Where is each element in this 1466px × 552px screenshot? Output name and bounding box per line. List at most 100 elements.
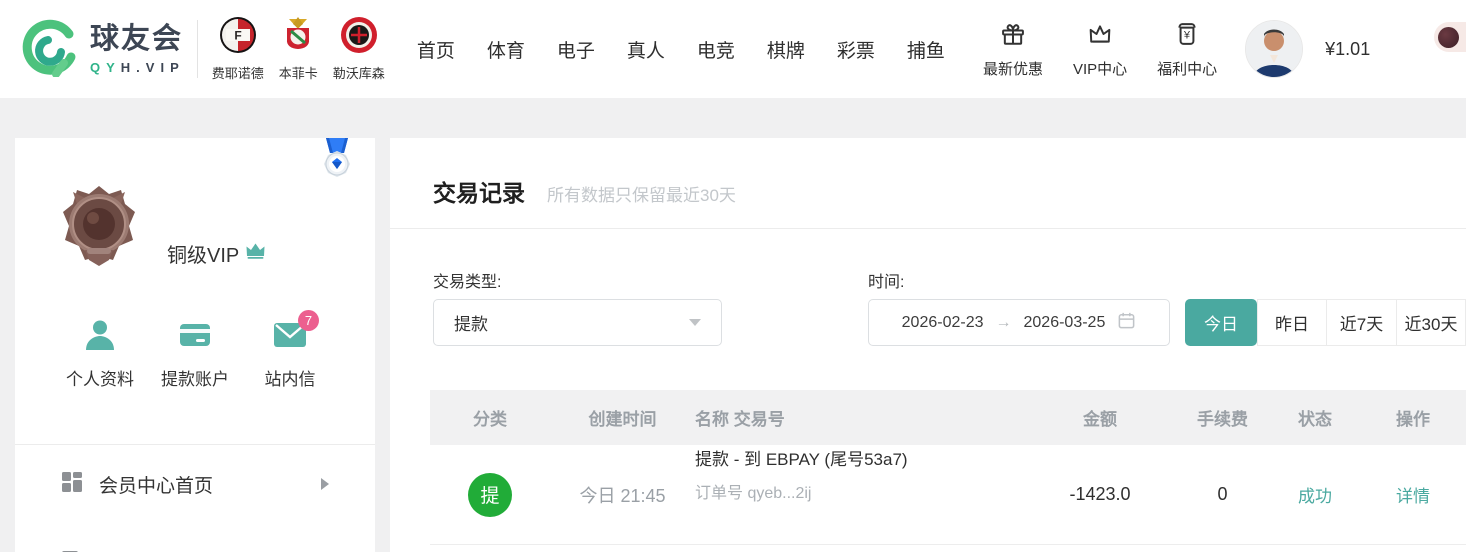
nav-lottery[interactable]: 彩票 [837, 36, 875, 63]
vip-level-label: 铜级VIP [167, 239, 239, 268]
partner-label: 本菲卡 [279, 63, 318, 82]
user-icon [83, 319, 117, 356]
shortcut-label: 站内信 [265, 365, 316, 390]
selected-type: 提款 [454, 310, 488, 335]
leverkusen-logo-icon [340, 16, 378, 59]
grid-icon [61, 471, 83, 498]
time-filter-label: 时间: [868, 268, 904, 292]
created-time: 今日 21:45 [550, 445, 695, 544]
profile-shortcut[interactable]: 个人资料 [57, 319, 143, 390]
unread-count-badge: 7 [298, 310, 319, 331]
partner-label: 费耶诺德 [212, 63, 264, 82]
sidebar-item-label: 账户中心 [99, 549, 175, 552]
page-subtitle: 所有数据只保留最近30天 [547, 181, 736, 206]
quick-link-label: 福利中心 [1157, 58, 1217, 79]
diamond-medal-icon [319, 138, 355, 191]
withdraw-category-badge: 提 [468, 473, 512, 517]
col-header-name: 名称 交易号 [695, 390, 1025, 445]
floating-service-widget[interactable] [1434, 22, 1466, 52]
header-divider [197, 20, 198, 78]
order-number: 订单号 qyeb...2ij [695, 479, 812, 503]
range-today-button[interactable]: 今日 [1185, 299, 1257, 346]
details-link[interactable]: 详情 [1396, 482, 1430, 507]
withdraw-account-shortcut[interactable]: 提款账户 [152, 319, 238, 390]
benfica-logo-icon [279, 16, 317, 59]
shortcut-label: 提款账户 [161, 365, 229, 390]
transaction-type-label: 交易类型: [433, 268, 501, 292]
site-logo[interactable]: 球友会 QYH.VIP [20, 17, 185, 82]
partner-benfica[interactable]: 本菲卡 [279, 16, 318, 82]
vip-crown-icon [246, 242, 265, 265]
logo-subtitle: QYH.VIP [90, 61, 185, 74]
col-header-created: 创建时间 [550, 390, 695, 445]
col-header-status: 状态 [1270, 390, 1360, 445]
logo-title: 球友会 [90, 25, 185, 54]
wallet-icon [61, 549, 83, 552]
partner-feyenoord[interactable]: F 费耶诺德 [212, 16, 264, 82]
transactions-table: 分类 创建时间 名称 交易号 金额 手续费 状态 操作 提 今日 21:45 提… [430, 390, 1466, 545]
date-range-picker[interactable]: 2026-02-23 → 2026-03-25 [868, 299, 1170, 346]
range-yesterday-button[interactable]: 昨日 [1257, 299, 1327, 346]
table-row: 提 今日 21:45 提款 - 到 EBPAY (尾号53a7) 订单号 qye… [430, 445, 1466, 545]
feyenoord-logo-icon: F [219, 16, 257, 59]
shortcut-label: 个人资料 [66, 365, 134, 390]
nav-chess[interactable]: 棋牌 [767, 36, 805, 63]
chevron-right-icon [321, 478, 329, 490]
welfare-jar-icon: ¥ [1173, 20, 1201, 53]
nav-esports[interactable]: 电竞 [697, 36, 735, 63]
sidebar-item-member-home[interactable]: 会员中心首页 [15, 445, 375, 523]
partner-leverkusen[interactable]: 勒沃库森 [333, 16, 385, 82]
crown-icon [1086, 20, 1114, 53]
wallet-balance[interactable]: ¥1.01 [1325, 39, 1370, 60]
page-content: 铜级VIP 个人资料 [0, 98, 1466, 552]
logo-swirl-icon [20, 17, 80, 82]
main-nav: 首页 体育 电子 真人 电竞 棋牌 彩票 捕鱼 [417, 36, 945, 63]
sidebar-item-label: 会员中心首页 [99, 471, 213, 498]
nav-fishing[interactable]: 捕鱼 [907, 36, 945, 63]
quick-link-label: 最新优惠 [983, 58, 1043, 79]
col-header-amount: 金额 [1025, 390, 1175, 445]
transaction-records-panel: 交易记录 所有数据只保留最近30天 交易类型: 提款 时间: 2026-02-2… [390, 138, 1466, 552]
col-header-category: 分类 [430, 390, 550, 445]
nav-sports[interactable]: 体育 [487, 36, 525, 63]
transaction-name: 提款 - 到 EBPAY (尾号53a7) [695, 445, 908, 470]
transaction-type-select[interactable]: 提款 [433, 299, 722, 346]
svg-text:F: F [234, 29, 241, 43]
end-date[interactable]: 2026-03-25 [1024, 314, 1106, 332]
status-badge: 成功 [1270, 445, 1360, 544]
col-header-fee: 手续费 [1175, 390, 1270, 445]
range-30days-button[interactable]: 近30天 [1397, 299, 1466, 346]
partner-logos: F 费耶诺德 本菲卡 [212, 16, 385, 82]
quick-link-label: VIP中心 [1073, 58, 1127, 79]
nav-live[interactable]: 真人 [627, 36, 665, 63]
range-arrow-icon: → [996, 314, 1012, 332]
nav-slots[interactable]: 电子 [557, 36, 595, 63]
sidebar-item-account-center[interactable]: 账户中心 [15, 523, 375, 552]
calendar-icon [1117, 311, 1136, 335]
service-orb-icon [1438, 27, 1459, 48]
gift-icon [999, 20, 1027, 53]
range-7days-button[interactable]: 近7天 [1327, 299, 1397, 346]
promo-link[interactable]: 最新优惠 [983, 20, 1043, 79]
quick-links: 最新优惠 VIP中心 ¥ 福利中心 [983, 20, 1217, 79]
table-header-row: 分类 创建时间 名称 交易号 金额 手续费 状态 操作 [430, 390, 1466, 445]
fee-value: 0 [1175, 445, 1270, 544]
user-avatar[interactable] [1245, 20, 1303, 78]
welfare-center-link[interactable]: ¥ 福利中心 [1157, 20, 1217, 79]
start-date[interactable]: 2026-02-23 [902, 314, 984, 332]
inbox-shortcut[interactable]: 7 站内信 [247, 319, 333, 390]
chevron-down-icon [689, 319, 701, 326]
svg-text:¥: ¥ [1183, 29, 1191, 41]
title-divider [390, 228, 1466, 229]
top-header: 球友会 QYH.VIP F 费耶诺德 [0, 0, 1466, 98]
amount-value: -1423.0 [1025, 445, 1175, 544]
bank-card-icon [178, 319, 212, 356]
page-title: 交易记录 [433, 174, 525, 208]
vip-center-link[interactable]: VIP中心 [1073, 20, 1127, 79]
member-sidebar: 铜级VIP 个人资料 [15, 138, 375, 552]
col-header-action: 操作 [1360, 390, 1466, 445]
bronze-vip-badge [59, 184, 139, 275]
nav-home[interactable]: 首页 [417, 36, 455, 63]
partner-label: 勒沃库森 [333, 63, 385, 82]
quick-range-group: 今日 昨日 近7天 近30天 [1185, 299, 1466, 346]
